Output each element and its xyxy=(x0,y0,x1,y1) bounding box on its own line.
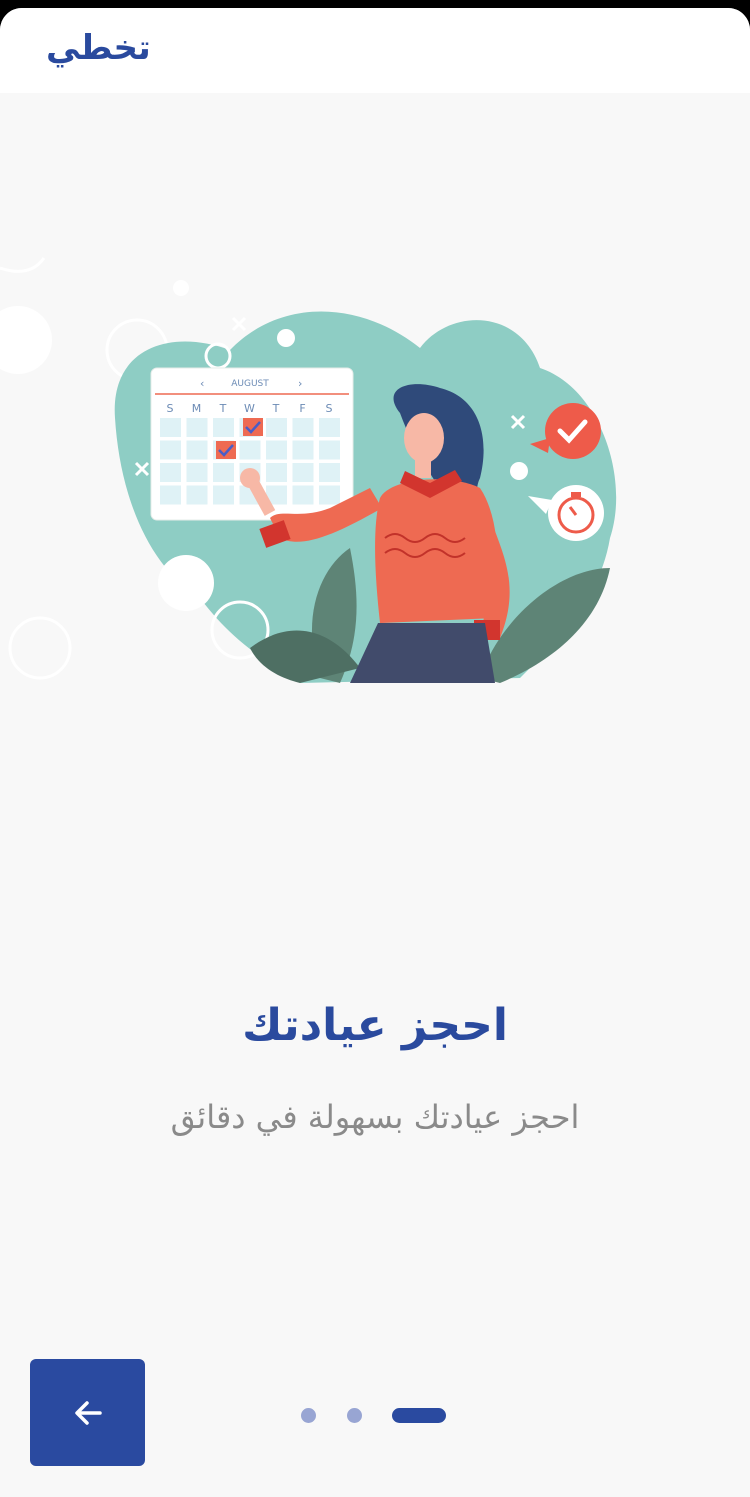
calendar-weekday: S xyxy=(167,402,174,415)
top-bar: تخطي xyxy=(0,8,750,93)
woman-booking-calendar-illustration: ‹ › AUGUST S M T W T F S xyxy=(0,257,617,683)
calendar-day-cell xyxy=(160,463,181,482)
onboarding-screen: تخطي ‹ › AUGUST S M T W T F S احجز عيادتك احجز… xyxy=(0,8,750,1497)
svg-text:‹: ‹ xyxy=(200,377,204,390)
calendar-day-cell xyxy=(239,440,261,460)
calendar-day-cell xyxy=(266,463,287,482)
decor-circle xyxy=(0,306,52,374)
calendar-day-cell xyxy=(160,418,181,437)
calendar-weekday: W xyxy=(244,402,255,415)
calendar-day-cell xyxy=(160,440,181,460)
calendar-day-cell xyxy=(292,440,314,460)
svg-text:›: › xyxy=(298,377,302,390)
calendar-day-cell xyxy=(160,485,181,505)
calendar-weekday: T xyxy=(272,402,280,415)
calendar-weekday: T xyxy=(219,402,227,415)
onboarding-title: احجز عيادتك xyxy=(242,1000,508,1051)
decor-ring xyxy=(8,616,72,680)
calendar-day-cell xyxy=(266,418,287,437)
calendar-day-cell xyxy=(213,463,234,482)
calendar-day-cell xyxy=(292,418,314,437)
page-dot[interactable] xyxy=(301,1408,316,1423)
page-dot[interactable] xyxy=(347,1408,362,1423)
calendar-day-cell xyxy=(186,418,208,437)
calendar-weekday: S xyxy=(326,402,333,415)
calendar-day-cell xyxy=(292,463,314,482)
calendar-day-cell xyxy=(186,485,208,505)
calendar-day-cell xyxy=(186,463,208,482)
calendar-day-cell xyxy=(319,418,340,437)
calendar-weekday: F xyxy=(299,402,305,415)
calendar-day-cell xyxy=(266,440,287,460)
decor-dot xyxy=(173,280,189,296)
page-indicator xyxy=(0,1408,750,1424)
calendar-day-cell xyxy=(319,463,340,482)
calendar-month-label: AUGUST xyxy=(231,379,269,389)
page-dot-active[interactable] xyxy=(392,1408,446,1423)
calendar-day-cell xyxy=(319,440,340,460)
skip-button[interactable]: تخطي xyxy=(46,28,151,68)
calendar-day-cell xyxy=(213,485,234,505)
calendar-weekday: M xyxy=(192,402,202,415)
calendar-card: ‹ › AUGUST S M T W T F S xyxy=(150,367,354,521)
calendar-day-cell xyxy=(186,440,208,460)
onboarding-subtitle: احجز عيادتك بسهولة في دقائق xyxy=(170,1098,580,1136)
calendar-day-cell xyxy=(213,418,234,437)
calendar-day-cell xyxy=(319,485,340,505)
calendar-day-cell xyxy=(292,485,314,505)
